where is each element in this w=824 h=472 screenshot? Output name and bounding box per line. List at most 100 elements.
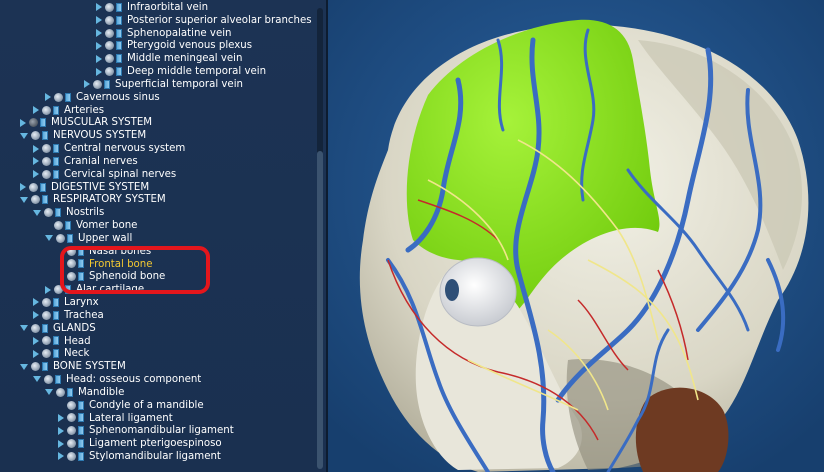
3d-viewport[interactable] <box>328 0 824 472</box>
tree-item[interactable]: GLANDS <box>0 323 312 336</box>
expand-arrow-icon[interactable] <box>96 29 102 38</box>
visibility-toggle-icon[interactable] <box>105 28 114 38</box>
tree-scrollbar[interactable] <box>317 8 323 469</box>
tree-item[interactable]: Deep middle temporal vein <box>0 66 312 79</box>
tree-item[interactable]: NERVOUS SYSTEM <box>0 130 312 143</box>
visibility-toggle-icon[interactable] <box>93 79 102 89</box>
visibility-toggle-icon[interactable] <box>56 387 65 397</box>
visibility-toggle-icon[interactable] <box>67 413 76 423</box>
visibility-toggle-icon[interactable] <box>54 221 63 230</box>
visibility-toggle-icon[interactable] <box>105 2 114 12</box>
visibility-toggle-icon[interactable] <box>105 15 114 25</box>
visibility-toggle-icon[interactable] <box>67 426 76 436</box>
tree-item[interactable]: DIGESTIVE SYSTEM <box>0 182 312 195</box>
collapse-arrow-icon[interactable] <box>45 389 53 396</box>
tree-item[interactable]: Pterygoid venous plexus <box>0 40 312 53</box>
visibility-toggle-icon[interactable] <box>67 246 76 256</box>
expand-arrow-icon[interactable] <box>58 452 64 461</box>
tree-item[interactable]: Posterior superior alveolar branches <box>0 15 312 28</box>
expand-arrow-icon[interactable] <box>45 285 51 294</box>
expand-arrow-icon[interactable] <box>20 183 26 192</box>
expand-arrow-icon[interactable] <box>33 298 39 307</box>
collapse-arrow-icon[interactable] <box>33 209 41 216</box>
expand-arrow-icon[interactable] <box>20 118 26 127</box>
expand-arrow-icon[interactable] <box>33 336 39 345</box>
collapse-arrow-icon[interactable] <box>20 132 28 139</box>
skull-3d-render[interactable] <box>328 0 824 472</box>
collapse-arrow-icon[interactable] <box>20 325 28 332</box>
visibility-toggle-icon[interactable] <box>29 118 38 128</box>
tree-item[interactable]: Central nervous system <box>0 143 312 156</box>
tree-item[interactable]: Trachea <box>0 310 312 323</box>
collapse-arrow-icon[interactable] <box>20 196 28 203</box>
visibility-toggle-icon[interactable] <box>42 336 51 346</box>
expand-arrow-icon[interactable] <box>33 144 39 153</box>
tree-item[interactable]: Cavernous sinus <box>0 92 312 105</box>
visibility-toggle-icon[interactable] <box>67 400 76 410</box>
visibility-toggle-icon[interactable] <box>42 349 51 359</box>
tree-item[interactable]: MUSCULAR SYSTEM <box>0 117 312 130</box>
tree-item[interactable]: Middle meningeal vein <box>0 53 312 66</box>
expand-arrow-icon[interactable] <box>96 67 102 76</box>
scrollbar-thumb[interactable] <box>317 151 323 469</box>
tree-item[interactable]: Ligament pterigoespinoso <box>0 438 312 451</box>
visibility-toggle-icon[interactable] <box>42 310 51 320</box>
visibility-toggle-icon[interactable] <box>31 195 40 205</box>
tree-item[interactable]: Superficial temporal vein <box>0 79 312 92</box>
tree-item[interactable]: RESPIRATORY SYSTEM <box>0 194 312 207</box>
tree-item[interactable]: Vomer bone <box>0 220 312 233</box>
visibility-toggle-icon[interactable] <box>42 156 51 166</box>
tree-item[interactable]: Frontal bone <box>0 259 312 272</box>
visibility-toggle-icon[interactable] <box>67 259 76 269</box>
expand-arrow-icon[interactable] <box>58 413 64 422</box>
visibility-toggle-icon[interactable] <box>42 144 51 154</box>
visibility-toggle-icon[interactable] <box>105 54 114 64</box>
visibility-toggle-icon[interactable] <box>31 362 40 372</box>
visibility-toggle-icon[interactable] <box>42 169 51 179</box>
tree-item[interactable]: Nasal bones <box>0 246 312 259</box>
tree-item[interactable]: Cervical spinal nerves <box>0 169 312 182</box>
visibility-toggle-icon[interactable] <box>44 374 53 384</box>
tree-item[interactable]: Mandible <box>0 387 312 400</box>
visibility-toggle-icon[interactable] <box>67 451 76 461</box>
muscle-tissue[interactable] <box>635 387 729 472</box>
visibility-toggle-icon[interactable] <box>42 105 51 115</box>
tree-item[interactable]: Sphenoid bone <box>0 271 312 284</box>
collapse-arrow-icon[interactable] <box>33 376 41 383</box>
tree-item[interactable]: Condyle of a mandible <box>0 400 312 413</box>
visibility-toggle-icon[interactable] <box>42 297 51 307</box>
tree-item[interactable]: Neck <box>0 348 312 361</box>
tree-item[interactable]: Nostrils <box>0 207 312 220</box>
visibility-toggle-icon[interactable] <box>67 272 76 282</box>
tree-item[interactable]: Upper wall <box>0 233 312 246</box>
tree-item[interactable]: Head <box>0 336 312 349</box>
visibility-toggle-icon[interactable] <box>105 41 114 51</box>
tree-item[interactable]: Cranial nerves <box>0 156 312 169</box>
tree-item[interactable]: Sphenopalatine vein <box>0 28 312 41</box>
visibility-toggle-icon[interactable] <box>31 131 40 141</box>
expand-arrow-icon[interactable] <box>96 54 102 63</box>
expand-arrow-icon[interactable] <box>33 311 39 320</box>
visibility-toggle-icon[interactable] <box>105 67 114 77</box>
visibility-toggle-icon[interactable] <box>54 92 63 102</box>
expand-arrow-icon[interactable] <box>33 157 39 166</box>
tree-item[interactable]: Lateral ligament <box>0 413 312 426</box>
visibility-toggle-icon[interactable] <box>54 285 63 295</box>
tree-item[interactable]: Infraorbital vein <box>0 2 312 15</box>
expand-arrow-icon[interactable] <box>96 16 102 25</box>
visibility-toggle-icon[interactable] <box>31 323 40 333</box>
tree-item[interactable]: Head: osseous component <box>0 374 312 387</box>
visibility-toggle-icon[interactable] <box>67 439 76 449</box>
expand-arrow-icon[interactable] <box>45 93 51 102</box>
expand-arrow-icon[interactable] <box>33 106 39 115</box>
tree-item[interactable]: Alar cartilage <box>0 284 312 297</box>
collapse-arrow-icon[interactable] <box>45 235 53 242</box>
expand-arrow-icon[interactable] <box>33 349 39 358</box>
tree-item[interactable]: BONE SYSTEM <box>0 361 312 374</box>
expand-arrow-icon[interactable] <box>96 3 102 12</box>
visibility-toggle-icon[interactable] <box>29 182 38 192</box>
expand-arrow-icon[interactable] <box>58 439 64 448</box>
tree-item[interactable]: Sphenomandibular ligament <box>0 425 312 438</box>
collapse-arrow-icon[interactable] <box>20 363 28 370</box>
visibility-toggle-icon[interactable] <box>44 208 53 218</box>
